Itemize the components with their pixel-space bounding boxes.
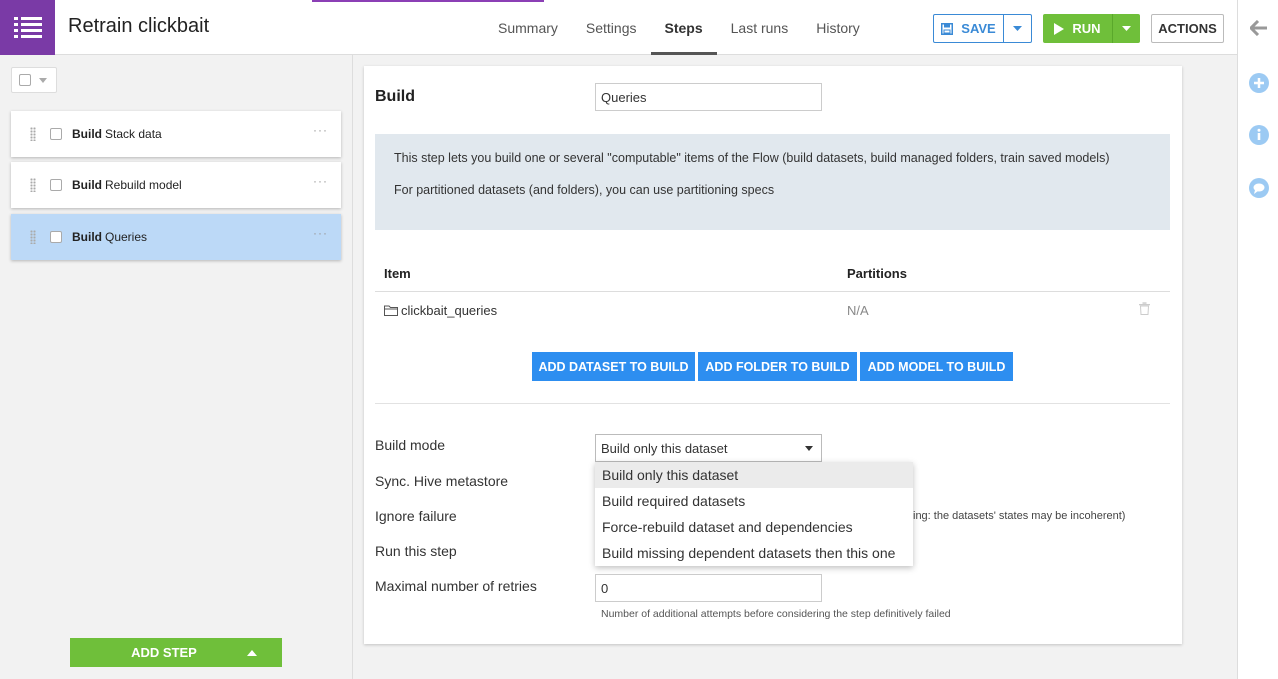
ignore-failure-note: ing: the datasets' states may be incoher…	[913, 510, 1126, 522]
floppy-disk-icon	[941, 22, 954, 35]
step-card[interactable]: Build Rebuild model ···	[11, 162, 341, 208]
more-options-icon[interactable]: ···	[313, 174, 328, 188]
step-kind: Build	[72, 127, 102, 141]
save-label: SAVE	[961, 21, 996, 36]
step-kind: Build	[72, 178, 102, 192]
sync-hive-label: Sync. Hive metastore	[375, 473, 509, 489]
caret-down-icon	[39, 77, 47, 83]
tab-summary[interactable]: Summary	[484, 0, 572, 55]
step-name: Rebuild model	[105, 178, 182, 192]
divider	[375, 403, 1170, 404]
right-sidebar	[1237, 0, 1278, 679]
dropdown-option[interactable]: Build required datasets	[595, 488, 913, 514]
info-circle-icon[interactable]	[1249, 125, 1269, 145]
save-button-group: SAVE	[933, 14, 1032, 43]
item-partitions: N/A	[847, 303, 869, 318]
retries-input[interactable]	[595, 574, 822, 602]
step-checkbox[interactable]	[50, 128, 62, 140]
run-button[interactable]: RUN	[1043, 14, 1113, 43]
add-step-button[interactable]: ADD STEP	[70, 638, 282, 667]
step-detail-area: Build This step lets you build one or se…	[353, 55, 1237, 679]
retries-label: Maximal number of retries	[375, 578, 537, 594]
run-step-label: Run this step	[375, 543, 457, 559]
actions-button[interactable]: ACTIONS	[1151, 14, 1224, 43]
top-bar: Retrain clickbait Summary Settings Steps…	[0, 0, 1237, 55]
add-folder-button[interactable]: ADD FOLDER TO BUILD	[698, 352, 857, 381]
step-kind: Build	[72, 230, 102, 244]
step-checkbox[interactable]	[50, 231, 62, 243]
drag-handle-icon[interactable]	[30, 127, 36, 141]
info-text: For partitioned datasets (and folders), …	[394, 183, 775, 197]
items-table-header: Item Partitions	[375, 261, 1170, 292]
drag-handle-icon[interactable]	[30, 178, 36, 192]
menu-button[interactable]	[0, 0, 55, 55]
dropdown-option[interactable]: Build only this dataset	[595, 462, 913, 488]
run-label: RUN	[1072, 21, 1101, 36]
tab-last-runs[interactable]: Last runs	[717, 0, 803, 55]
save-button[interactable]: SAVE	[934, 15, 1004, 42]
more-options-icon[interactable]: ···	[313, 123, 328, 137]
item-link[interactable]: clickbait_queries	[384, 303, 497, 318]
build-mode-label: Build mode	[375, 437, 446, 453]
run-options-button[interactable]	[1113, 14, 1140, 43]
step-card-selected[interactable]: Build Queries ···	[11, 214, 341, 260]
caret-up-icon	[246, 649, 257, 656]
list-icon	[13, 16, 42, 38]
tab-bar: Summary Settings Steps Last runs History	[484, 0, 874, 55]
step-name: Queries	[105, 230, 148, 244]
ignore-failure-label: Ignore failure	[375, 508, 457, 524]
run-button-group: RUN	[1043, 14, 1140, 43]
add-step-label: ADD STEP	[131, 645, 197, 660]
add-item-buttons: ADD DATASET TO BUILD ADD FOLDER TO BUILD…	[532, 352, 1013, 381]
step-card[interactable]: Build Stack data ···	[11, 111, 341, 157]
step-type-title: Build	[375, 88, 415, 105]
tab-steps[interactable]: Steps	[650, 0, 717, 55]
caret-down-icon	[805, 446, 813, 451]
more-options-icon[interactable]: ···	[313, 226, 328, 240]
add-model-button[interactable]: ADD MODEL TO BUILD	[860, 352, 1013, 381]
step-name: Stack data	[105, 127, 162, 141]
steps-panel: Build Stack data ··· Build Rebuild model…	[0, 55, 353, 679]
add-dataset-button[interactable]: ADD DATASET TO BUILD	[532, 352, 695, 381]
build-mode-dropdown-menu: Build only this dataset Build required d…	[595, 462, 913, 566]
scenario-title: Retrain clickbait	[68, 15, 210, 37]
chat-bubble-icon[interactable]	[1249, 178, 1269, 198]
play-icon	[1054, 22, 1065, 35]
drag-handle-icon[interactable]	[30, 230, 36, 244]
save-options-button[interactable]	[1004, 15, 1031, 42]
build-mode-select[interactable]: Build only this dataset	[595, 434, 822, 462]
step-detail-card: Build This step lets you build one or se…	[364, 66, 1182, 644]
item-name: clickbait_queries	[401, 303, 498, 318]
caret-down-icon	[1122, 25, 1131, 31]
step-name-input[interactable]	[595, 83, 822, 111]
retries-help-text: Number of additional attempts before con…	[601, 608, 951, 620]
dropdown-option[interactable]: Force-rebuild dataset and dependencies	[595, 514, 913, 540]
step-checkbox[interactable]	[50, 179, 62, 191]
caret-down-icon	[1013, 25, 1022, 31]
build-mode-value: Build only this dataset	[601, 440, 728, 456]
folder-icon	[384, 305, 398, 316]
select-all-checkbox[interactable]	[19, 74, 31, 86]
add-circle-icon[interactable]	[1249, 73, 1269, 93]
table-row: clickbait_queries N/A	[375, 292, 1170, 330]
item-column-header: Item	[384, 266, 411, 281]
info-text: This step lets you build one or several …	[394, 151, 1110, 165]
dropdown-option[interactable]: Build missing dependent datasets then th…	[595, 540, 913, 566]
tab-history[interactable]: History	[802, 0, 874, 55]
trash-icon[interactable]	[1139, 302, 1150, 318]
select-all-dropdown[interactable]	[11, 67, 57, 93]
info-box: This step lets you build one or several …	[375, 134, 1170, 230]
back-arrow-icon[interactable]	[1249, 18, 1269, 38]
partitions-column-header: Partitions	[847, 266, 907, 281]
tab-settings[interactable]: Settings	[572, 0, 651, 55]
